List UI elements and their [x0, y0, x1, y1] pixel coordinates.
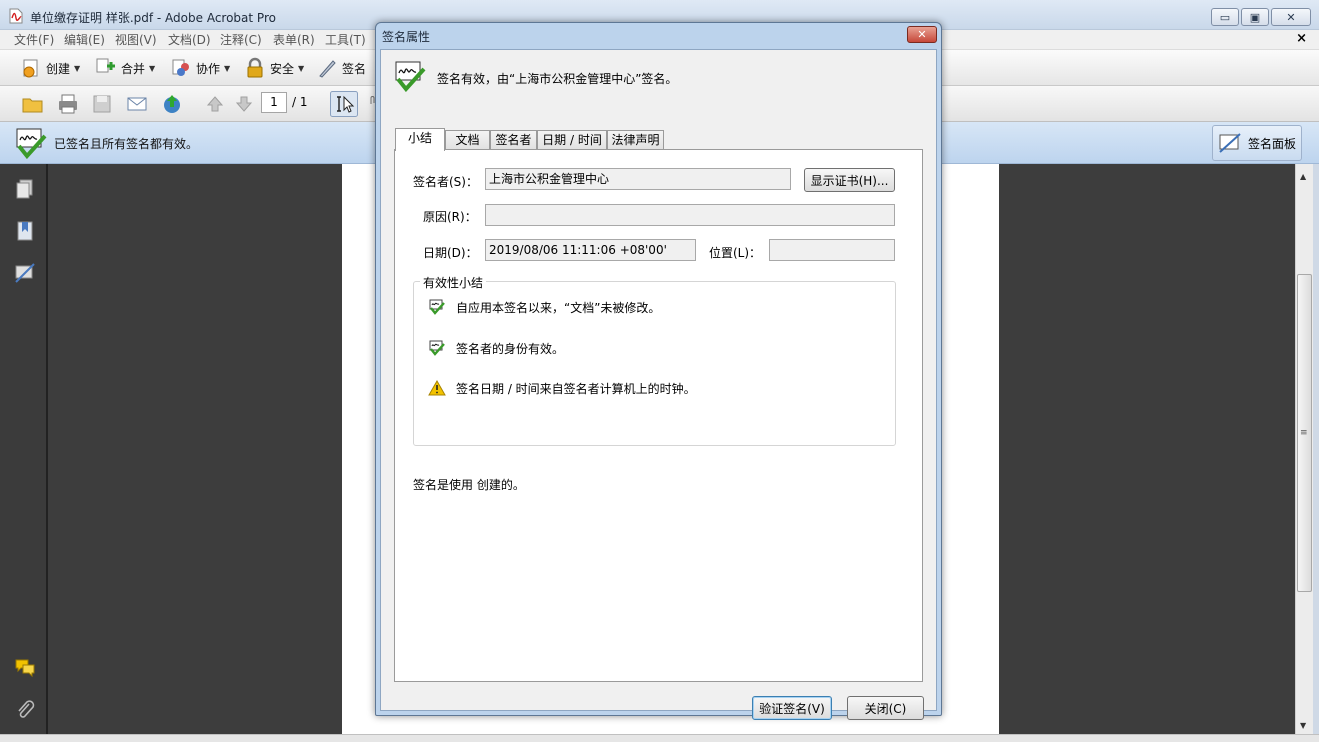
select-text-cursor-icon[interactable] — [330, 91, 358, 117]
navigation-rail — [0, 164, 48, 742]
dialog-title: 签名属性 — [382, 30, 431, 44]
secure-label: 安全 — [270, 61, 295, 76]
scroll-down-arrow-icon[interactable]: ▼ — [1300, 721, 1306, 730]
location-label: 位置(L)： — [709, 246, 762, 260]
attachments-paperclip-icon[interactable] — [14, 698, 36, 720]
location-field — [769, 239, 895, 261]
upload-globe-icon[interactable] — [161, 93, 183, 115]
dropdown-arrow-icon: ▼ — [298, 63, 305, 73]
summary-tab-panel: 签名者(S)： 上海市公积金管理中心 显示证书(H)... 原因(R)： 日期(… — [394, 149, 923, 682]
status-bar — [0, 734, 1319, 742]
dialog-close-button[interactable]: ✕ — [907, 26, 937, 43]
vertical-scrollbar[interactable]: ▲ ≡ ▼ — [1295, 164, 1313, 734]
signature-panel-icon — [1219, 133, 1241, 153]
pen-icon — [319, 60, 336, 78]
sign-button[interactable]: 签名 — [316, 54, 366, 82]
menu-comments[interactable]: 注释(C) — [220, 31, 262, 48]
create-pdf-icon — [23, 59, 38, 78]
status-text: 签名者的身份有效。 — [456, 341, 565, 356]
signature-properties-dialog: 签名属性 ✕ 签名有效，由“上海市公积金管理中心”签名。 小结 文档 签名者 日… — [375, 22, 942, 720]
valid-signature-icon — [16, 128, 47, 159]
next-page-icon[interactable] — [233, 93, 255, 115]
dialog-close-text-button[interactable]: 关闭(C) — [847, 696, 924, 720]
dropdown-arrow-icon: ▼ — [224, 63, 231, 73]
window-title: 单位缴存证明 样张.pdf - Adobe Acrobat Pro — [30, 11, 276, 25]
status-document-unmodified: 自应用本签名以来，“文档”未被修改。 — [428, 298, 660, 316]
page-total: / 1 — [292, 95, 308, 109]
create-label: 创建 — [46, 61, 71, 76]
status-text: 自应用本签名以来，“文档”未被修改。 — [456, 300, 661, 315]
scroll-up-arrow-icon[interactable]: ▲ — [1300, 172, 1306, 181]
open-folder-icon[interactable] — [22, 93, 44, 115]
save-icon[interactable] — [91, 93, 113, 115]
date-label: 日期(D)： — [423, 246, 478, 260]
page-number-input[interactable]: 1 — [261, 92, 287, 113]
close-document-button[interactable]: × — [1296, 31, 1307, 46]
close-window-button[interactable]: ✕ — [1271, 8, 1311, 26]
validity-summary-title: 有效性小结 — [420, 274, 487, 291]
menu-forms[interactable]: 表单(R) — [273, 31, 315, 48]
tab-summary[interactable]: 小结 — [395, 128, 445, 151]
signature-validity-header: 签名有效，由“上海市公积金管理中心”签名。 — [437, 72, 678, 86]
tab-signer[interactable]: 签名者 — [490, 130, 537, 150]
email-icon[interactable] — [126, 93, 148, 115]
comments-icon[interactable] — [14, 656, 36, 678]
valid-check-icon — [429, 340, 445, 356]
pdf-file-icon — [9, 8, 23, 24]
tab-legal-notice[interactable]: 法律声明 — [607, 130, 664, 150]
signature-status-message: 已签名且所有签名都有效。 — [54, 137, 199, 151]
secure-button[interactable]: 安全 ▼ — [244, 54, 304, 82]
tab-date-time[interactable]: 日期 / 时间 — [537, 130, 607, 150]
signature-panel-button[interactable]: 签名面板 — [1212, 125, 1302, 161]
valid-check-icon — [429, 299, 445, 315]
created-with-text: 签名是使用 创建的。 — [413, 478, 525, 492]
combine-label: 合并 — [121, 61, 146, 76]
menu-view[interactable]: 视图(V) — [115, 31, 157, 48]
validate-signature-button[interactable]: 验证签名(V) — [752, 696, 832, 720]
bookmarks-icon[interactable] — [14, 220, 36, 242]
minimize-button[interactable]: ▭ — [1211, 8, 1239, 26]
menu-edit[interactable]: 编辑(E) — [64, 31, 105, 48]
status-text: 签名日期 / 时间来自签名者计算机上的时钟。 — [456, 381, 696, 396]
lock-icon — [247, 57, 263, 78]
sign-label: 签名 — [342, 61, 367, 76]
pages-icon[interactable] — [14, 178, 36, 200]
collaborate-button[interactable]: 协作 ▼ — [170, 54, 230, 82]
combine-files-icon — [96, 58, 115, 73]
menu-document[interactable]: 文档(D) — [168, 31, 211, 48]
warning-icon — [428, 380, 446, 396]
menu-file[interactable]: 文件(F) — [14, 31, 54, 48]
show-certificate-button[interactable]: 显示证书(H)... — [804, 168, 895, 192]
valid-signature-icon — [395, 61, 426, 92]
dropdown-arrow-icon: ▼ — [74, 63, 81, 73]
dropdown-arrow-icon: ▼ — [149, 63, 156, 73]
collaborate-label: 协作 — [196, 61, 221, 76]
menu-tools[interactable]: 工具(T) — [325, 31, 366, 48]
status-signer-identity-valid: 签名者的身份有效。 — [428, 339, 564, 357]
signatures-icon[interactable] — [14, 262, 36, 284]
dialog-body: 签名有效，由“上海市公积金管理中心”签名。 小结 文档 签名者 日期 / 时间 … — [380, 49, 937, 720]
date-field: 2019/08/06 11:11:06 +08'00' — [485, 239, 696, 261]
maximize-button[interactable]: ▣ — [1241, 8, 1269, 26]
print-icon[interactable] — [57, 93, 79, 115]
scrollbar-grip-icon: ≡ — [1300, 428, 1308, 438]
signer-label: 签名者(S)： — [413, 175, 478, 189]
tab-document[interactable]: 文档 — [445, 130, 490, 150]
create-button[interactable]: 创建 ▼ — [20, 54, 80, 82]
reason-label: 原因(R)： — [423, 210, 477, 224]
signature-panel-label: 签名面板 — [1247, 136, 1296, 151]
validity-summary-group: 有效性小结 自应用本签名以来，“文档”未被修改。 签名者的身份有效。 签名日期 … — [413, 274, 896, 446]
combine-button[interactable]: 合并 ▼ — [95, 54, 155, 82]
status-timestamp-warning: 签名日期 / 时间来自签名者计算机上的时钟。 — [428, 379, 696, 397]
signer-field: 上海市公积金管理中心 — [485, 168, 791, 190]
reason-field — [485, 204, 895, 226]
previous-page-icon[interactable] — [204, 93, 226, 115]
collaborate-icon — [172, 59, 189, 76]
